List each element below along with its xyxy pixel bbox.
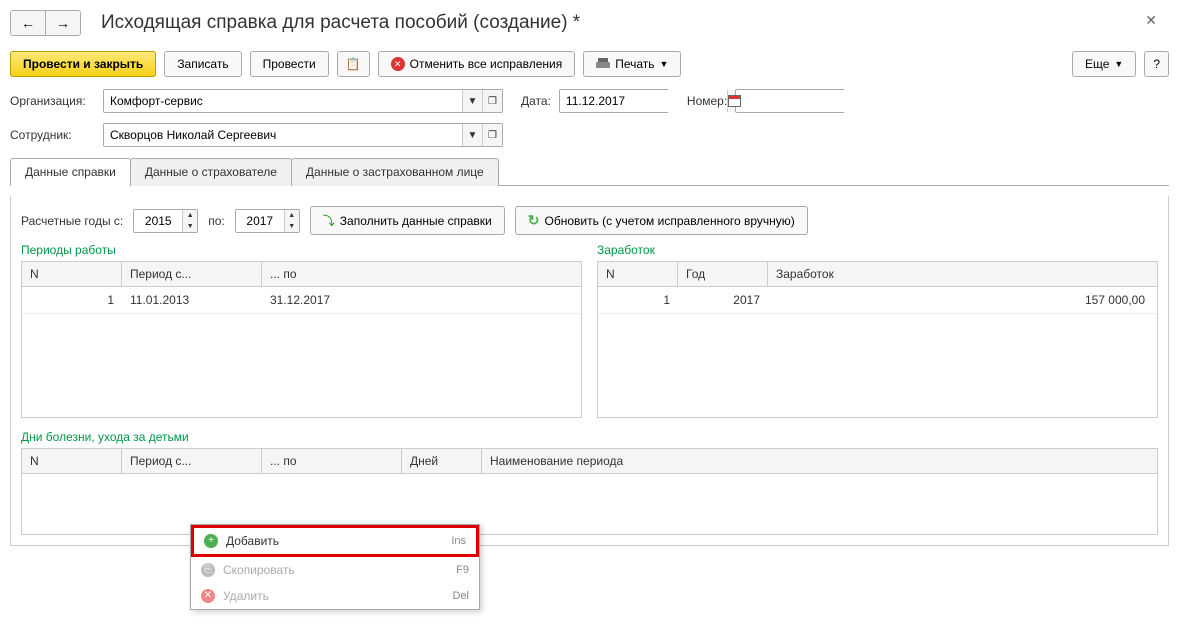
sickness-grid: N Период с... ... по Дней Наименование п… — [21, 448, 1158, 535]
cell-year: 2017 — [678, 287, 768, 313]
ctx-delete-label: Удалить — [223, 589, 269, 603]
print-label: Печать — [615, 57, 654, 71]
context-menu: + Добавить Ins ⎘ Скопировать F9 ✕ Удалит… — [190, 524, 480, 610]
cancel-corrections-button[interactable]: ✕ Отменить все исправления — [378, 51, 576, 77]
table-row[interactable]: 1 2017 157 000,00 — [598, 287, 1157, 314]
tab-insurer-data[interactable]: Данные о страхователе — [130, 158, 292, 186]
calendar-icon — [728, 95, 741, 107]
sickness-col-days[interactable]: Дней — [402, 449, 482, 473]
table-row[interactable]: 1 11.01.2013 31.12.2017 — [22, 287, 581, 314]
employee-dropdown[interactable]: ▼ — [462, 124, 482, 146]
cancel-corrections-label: Отменить все исправления — [410, 57, 563, 71]
org-dropdown[interactable]: ▼ — [462, 90, 482, 112]
sickness-col-name[interactable]: Наименование периода — [482, 449, 1157, 473]
periods-col-n[interactable]: N — [22, 262, 122, 286]
cell-to: 31.12.2017 — [262, 287, 338, 313]
tab-insured-data[interactable]: Данные о застрахованном лице — [291, 158, 499, 186]
ctx-add[interactable]: + Добавить Ins — [191, 525, 479, 557]
save-button[interactable]: Записать — [164, 51, 241, 77]
ctx-add-shortcut: Ins — [451, 535, 466, 547]
fill-label: Заполнить данные справки — [340, 214, 492, 228]
nav-back-button[interactable]: ← — [11, 11, 46, 35]
nav-arrows: ← → — [10, 10, 81, 36]
year-from-down[interactable]: ▼ — [183, 221, 197, 232]
more-label: Еще — [1085, 57, 1109, 71]
year-to-down[interactable]: ▼ — [285, 221, 299, 232]
earnings-grid: N Год Заработок 1 2017 157 000,00 — [597, 261, 1158, 418]
close-button[interactable]: ✕ — [1145, 12, 1157, 29]
ctx-copy[interactable]: ⎘ Скопировать F9 — [191, 557, 479, 583]
refresh-label: Обновить (с учетом исправленного вручную… — [545, 214, 795, 228]
employee-label: Сотрудник: — [10, 128, 95, 142]
page-title: Исходящая справка для расчета пособий (с… — [101, 12, 580, 34]
cell-n: 1 — [22, 287, 122, 313]
earnings-title: Заработок — [597, 243, 1158, 257]
cancel-icon: ✕ — [391, 57, 405, 71]
year-to-up[interactable]: ▲ — [285, 210, 299, 221]
cell-from: 11.01.2013 — [122, 287, 262, 313]
help-button[interactable]: ? — [1144, 51, 1169, 77]
printer-icon — [596, 58, 610, 70]
chevron-down-icon: ▼ — [660, 59, 669, 69]
periods-col-to[interactable]: ... по — [262, 262, 581, 286]
org-picker[interactable]: ❐ — [482, 90, 502, 112]
ctx-delete-shortcut: Del — [452, 590, 469, 602]
date-label: Дата: — [521, 94, 551, 108]
refresh-button[interactable]: ↻ Обновить (с учетом исправленного вручн… — [515, 206, 808, 235]
ctx-copy-shortcut: F9 — [456, 564, 469, 576]
year-to-input[interactable] — [236, 210, 284, 232]
number-label: Номер: — [687, 94, 727, 108]
ctx-add-label: Добавить — [226, 534, 279, 548]
sickness-col-from[interactable]: Период с... — [122, 449, 262, 473]
structure-icon: 📋 — [346, 57, 361, 71]
sickness-title: Дни болезни, ухода за детьми — [21, 430, 1158, 444]
employee-input[interactable] — [104, 124, 462, 146]
year-from-input[interactable] — [134, 210, 182, 232]
year-from-up[interactable]: ▲ — [183, 210, 197, 221]
delete-icon: ✕ — [201, 589, 215, 603]
earnings-col-n[interactable]: N — [598, 262, 678, 286]
tab-reference-data[interactable]: Данные справки — [10, 158, 131, 186]
cell-amount: 157 000,00 — [768, 287, 1157, 313]
years-from-label: Расчетные годы с: — [21, 214, 123, 228]
more-button[interactable]: Еще ▼ — [1072, 51, 1136, 77]
employee-picker[interactable]: ❐ — [482, 124, 502, 146]
periods-grid: N Период с... ... по 1 11.01.2013 31.12.… — [21, 261, 582, 418]
plus-icon: + — [204, 534, 218, 548]
print-button[interactable]: Печать ▼ — [583, 51, 681, 77]
structure-button[interactable]: 📋 — [337, 51, 370, 77]
fill-icon: ⤵ — [323, 212, 335, 229]
org-input[interactable] — [104, 90, 462, 112]
chevron-down-icon: ▼ — [1114, 59, 1123, 69]
submit-close-button[interactable]: Провести и закрыть — [10, 51, 156, 77]
earnings-col-year[interactable]: Год — [678, 262, 768, 286]
ctx-delete[interactable]: ✕ Удалить Del — [191, 583, 479, 609]
cell-n: 1 — [598, 287, 678, 313]
earnings-col-amount[interactable]: Заработок — [768, 262, 1157, 286]
org-label: Организация: — [10, 94, 95, 108]
periods-title: Периоды работы — [21, 243, 582, 257]
submit-button[interactable]: Провести — [250, 51, 329, 77]
number-input[interactable] — [736, 90, 903, 112]
nav-forward-button[interactable]: → — [46, 11, 80, 35]
years-to-label: по: — [208, 214, 225, 228]
ctx-copy-label: Скопировать — [223, 563, 295, 577]
sickness-col-to[interactable]: ... по — [262, 449, 402, 473]
refresh-icon: ↻ — [528, 212, 540, 229]
sickness-col-n[interactable]: N — [22, 449, 122, 473]
copy-icon: ⎘ — [201, 563, 215, 577]
periods-col-from[interactable]: Период с... — [122, 262, 262, 286]
fill-button[interactable]: ⤵ Заполнить данные справки — [310, 206, 505, 235]
